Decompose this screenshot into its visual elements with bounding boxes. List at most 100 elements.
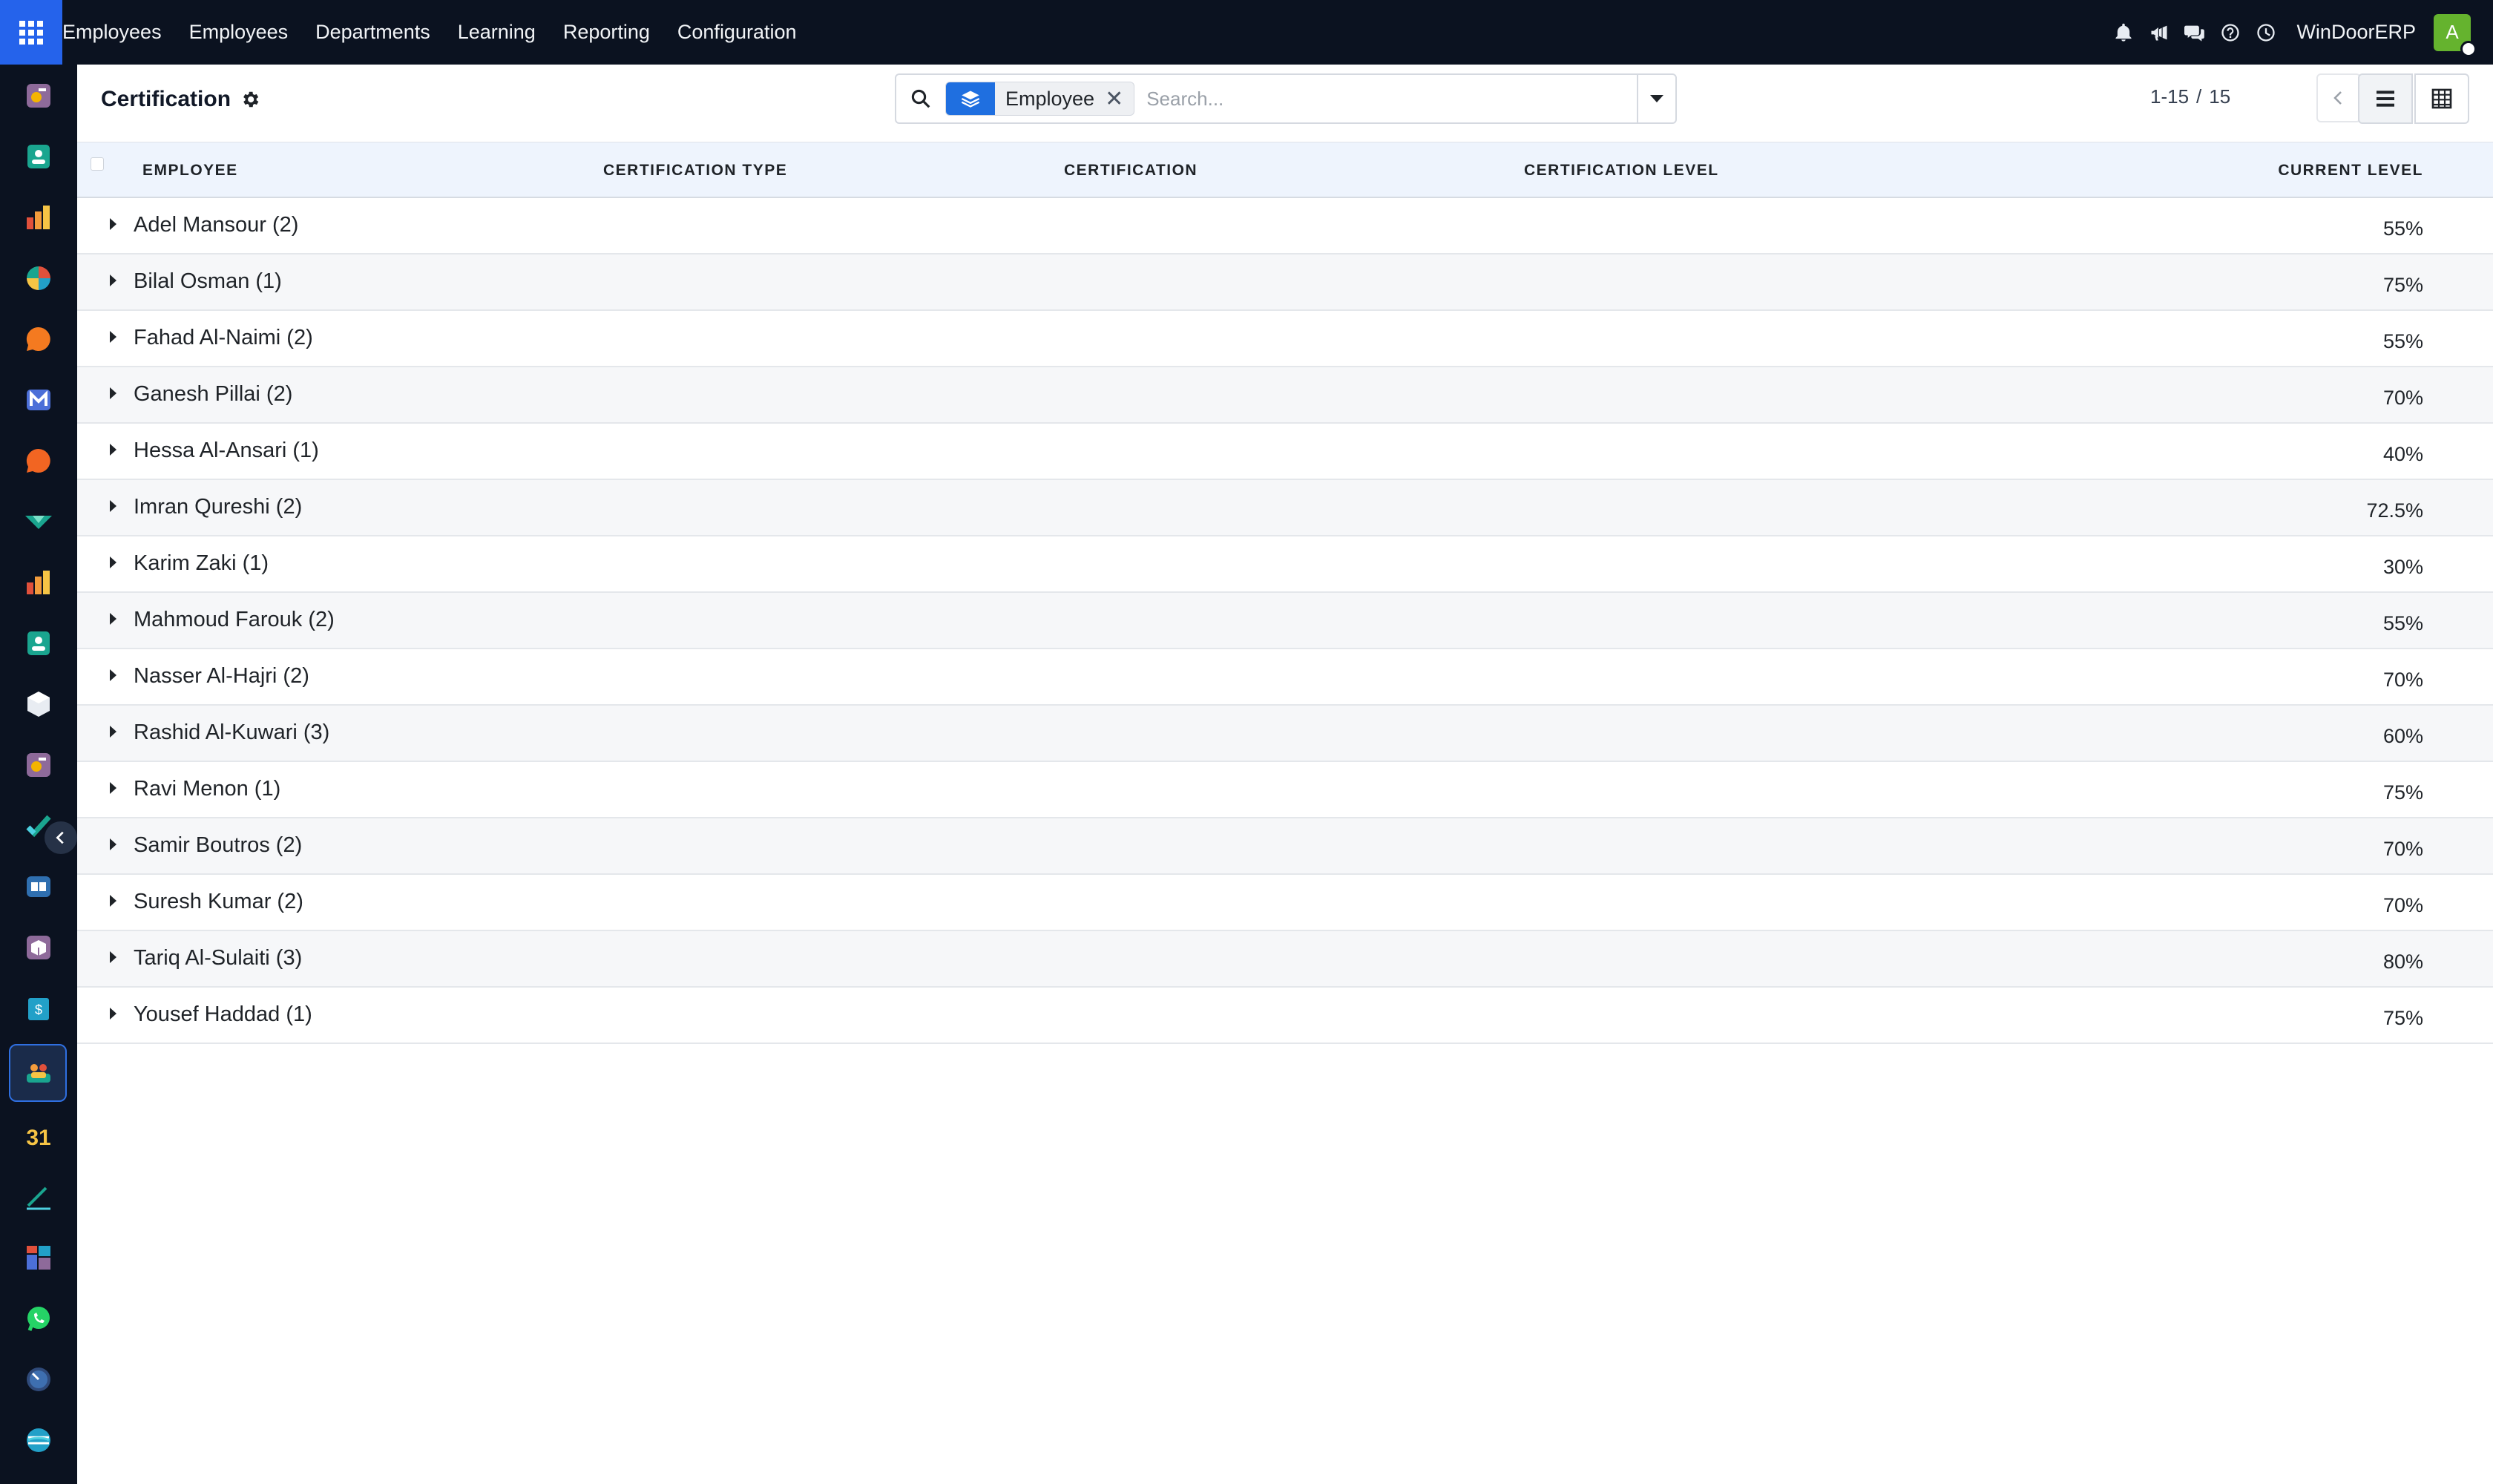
inventory-app-icon[interactable]	[19, 502, 58, 541]
list-view-button[interactable]	[2358, 73, 2413, 124]
certification-app-icon[interactable]	[19, 1053, 58, 1091]
column-certification-type[interactable]: CERTIFICATION TYPE	[603, 162, 787, 180]
table-header: EMPLOYEE CERTIFICATION TYPE CERTIFICATIO…	[77, 142, 2493, 198]
pager-range[interactable]: 1-15	[2150, 85, 2189, 108]
group-current-level: 70%	[2382, 894, 2423, 916]
timesheet-app-icon[interactable]	[19, 1360, 58, 1399]
website-app-icon[interactable]	[19, 1421, 58, 1460]
facet-label: Employee	[1005, 87, 1095, 110]
menu-employees[interactable]: Employees	[189, 21, 289, 44]
group-row[interactable]: Tariq Al-Sulaiti (3) 80%	[77, 931, 2493, 988]
menu-learning[interactable]: Learning	[458, 21, 536, 44]
app-menu-button[interactable]	[0, 0, 62, 65]
search-icon[interactable]	[896, 75, 945, 122]
column-certification-level[interactable]: CERTIFICATION LEVEL	[1524, 162, 1719, 180]
svg-text:31: 31	[26, 1126, 50, 1150]
user-avatar[interactable]: A	[2434, 13, 2477, 57]
group-current-level: 30%	[2382, 556, 2423, 578]
control-panel: Certification Employee ✕ 1-15 / 15	[77, 65, 2493, 142]
contacts-app-icon[interactable]	[19, 137, 58, 176]
whatsapp-app-icon[interactable]	[19, 1299, 58, 1338]
group-name: Fahad Al-Naimi (2)	[134, 326, 313, 349]
group-current-level: 70%	[2382, 838, 2423, 860]
megaphone-icon[interactable]	[2142, 0, 2176, 65]
group-row[interactable]: Bilal Osman (1) 75%	[77, 255, 2493, 311]
caret-right-icon	[110, 782, 116, 794]
caret-right-icon	[110, 500, 116, 512]
group-row[interactable]: Yousef Haddad (1) 75%	[77, 988, 2493, 1044]
gear-icon[interactable]	[240, 89, 260, 110]
pivot-view-button[interactable]	[2414, 73, 2469, 124]
caret-right-icon	[110, 669, 116, 681]
group-row[interactable]: Adel Mansour (2) 55%	[77, 198, 2493, 255]
group-name: Nasser Al-Hajri (2)	[134, 664, 309, 688]
group-row[interactable]: Samir Boutros (2) 70%	[77, 818, 2493, 875]
sidebar-collapse-button[interactable]	[45, 821, 77, 854]
dashboards-app-icon[interactable]	[19, 1238, 58, 1277]
caret-right-icon	[110, 838, 116, 850]
caret-right-icon	[110, 613, 116, 625]
pager-total: 15	[2209, 85, 2231, 108]
employees-app-icon[interactable]	[19, 624, 58, 663]
help-icon[interactable]	[2213, 0, 2247, 65]
group-current-level: 55%	[2382, 217, 2423, 240]
crm-app-icon[interactable]	[19, 259, 58, 298]
presence-status-icon	[2460, 40, 2477, 57]
company-switcher[interactable]: WinDoorERP	[2296, 21, 2416, 44]
column-employee[interactable]: EMPLOYEE	[142, 162, 238, 180]
product-app-icon[interactable]	[19, 685, 58, 723]
group-name: Mahmoud Farouk (2)	[134, 608, 335, 631]
group-row[interactable]: Rashid Al-Kuwari (3) 60%	[77, 706, 2493, 762]
sign-app-icon[interactable]	[19, 1178, 58, 1216]
top-navbar: Employees Employees Departments Learning…	[0, 0, 2493, 65]
menu-reporting[interactable]: Reporting	[563, 21, 650, 44]
knowledge-app-icon[interactable]	[19, 867, 58, 906]
notification-bell-icon[interactable]	[2106, 0, 2141, 65]
sales-app-icon[interactable]	[19, 198, 58, 237]
group-row[interactable]: Fahad Al-Naimi (2) 55%	[77, 311, 2493, 367]
search-options-toggle[interactable]	[1637, 75, 1675, 122]
facet-remove-button[interactable]: ✕	[1105, 86, 1134, 112]
group-name: Imran Qureshi (2)	[134, 495, 303, 519]
expenses-app-icon[interactable]: $	[19, 989, 58, 1028]
calendar-app-icon[interactable]: 31	[19, 1117, 58, 1155]
groupby-facet: Employee ✕	[945, 82, 1135, 116]
barcode-app-icon[interactable]	[19, 928, 58, 967]
group-row[interactable]: Hessa Al-Ansari (1) 40%	[77, 424, 2493, 480]
pager-previous-button[interactable]	[2316, 73, 2361, 122]
list-view-icon	[2377, 91, 2394, 107]
dashboard-app-icon[interactable]	[19, 76, 58, 115]
pager-separator: /	[2196, 85, 2202, 108]
systray: WinDoorERP A	[2106, 0, 2493, 65]
caret-right-icon	[110, 895, 116, 907]
avatar-letter: A	[2446, 21, 2459, 43]
reporting-app-icon[interactable]	[19, 563, 58, 602]
column-certification[interactable]: CERTIFICATION	[1064, 162, 1198, 180]
email-marketing-app-icon[interactable]	[19, 381, 58, 419]
menu-configuration[interactable]: Configuration	[677, 21, 797, 44]
group-name: Tariq Al-Sulaiti (3)	[134, 946, 303, 970]
group-current-level: 70%	[2382, 669, 2423, 691]
clock-icon[interactable]	[2249, 0, 2283, 65]
group-row[interactable]: Ganesh Pillai (2) 70%	[77, 367, 2493, 424]
livechat-app-icon[interactable]	[19, 441, 58, 480]
search-input[interactable]	[1146, 87, 1592, 111]
select-all-checkbox[interactable]	[91, 157, 104, 171]
group-row[interactable]: Karim Zaki (1) 30%	[77, 536, 2493, 593]
caret-right-icon	[110, 387, 116, 399]
caret-right-icon	[110, 1008, 116, 1020]
caret-right-icon	[110, 444, 116, 456]
documents-app-icon[interactable]	[19, 746, 58, 784]
group-row[interactable]: Imran Qureshi (2) 72.5%	[77, 480, 2493, 536]
group-row[interactable]: Mahmoud Farouk (2) 55%	[77, 593, 2493, 649]
column-current-level[interactable]: CURRENT LEVEL	[2278, 162, 2423, 180]
chat-bubbles-icon[interactable]	[2178, 0, 2212, 65]
group-row[interactable]: Nasser Al-Hajri (2) 70%	[77, 649, 2493, 706]
menu-departments[interactable]: Departments	[315, 21, 430, 44]
group-row[interactable]: Suresh Kumar (2) 70%	[77, 875, 2493, 931]
caret-right-icon	[110, 331, 116, 343]
app-brand-link[interactable]: Employees	[62, 21, 162, 44]
search-bar: Employee ✕	[895, 73, 1677, 124]
discuss-app-icon[interactable]	[19, 320, 58, 358]
group-row[interactable]: Ravi Menon (1) 75%	[77, 762, 2493, 818]
